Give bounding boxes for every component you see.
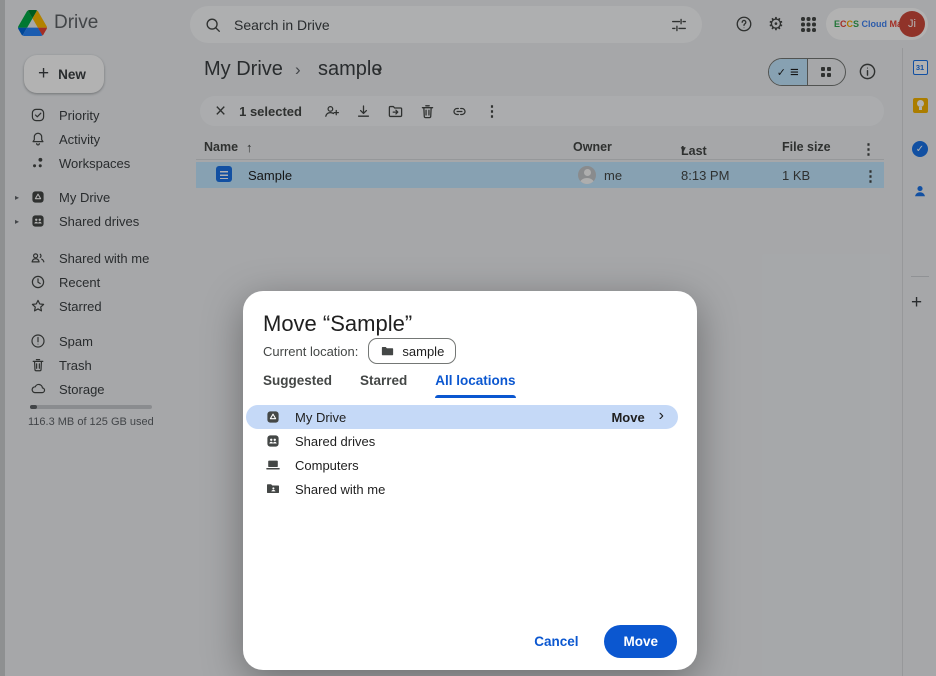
location-row-shared-with-me[interactable]: Shared with me xyxy=(246,477,678,501)
tab-all-locations[interactable]: All locations xyxy=(435,373,515,398)
my-drive-icon xyxy=(265,409,281,425)
location-row-shared-drives[interactable]: Shared drives xyxy=(246,429,678,453)
cancel-button[interactable]: Cancel xyxy=(524,626,588,657)
tab-starred[interactable]: Starred xyxy=(360,373,407,398)
tab-suggested[interactable]: Suggested xyxy=(263,373,332,398)
computers-icon xyxy=(265,457,281,473)
current-location-label: Current location: xyxy=(263,344,358,359)
dialog-tabs: Suggested Starred All locations xyxy=(263,373,516,398)
location-row-my-drive[interactable]: My Drive Move › xyxy=(246,405,678,429)
dialog-title: Move “Sample” xyxy=(263,311,412,337)
shared-drives-icon xyxy=(265,433,281,449)
location-row-computers[interactable]: Computers xyxy=(246,453,678,477)
folder-icon xyxy=(380,344,395,359)
location-label: My Drive xyxy=(295,410,346,425)
location-label: Shared with me xyxy=(295,482,385,497)
chevron-right-icon[interactable]: › xyxy=(659,407,664,427)
move-button[interactable]: Move xyxy=(604,625,677,658)
location-label: Computers xyxy=(295,458,359,473)
move-here-label[interactable]: Move xyxy=(611,410,644,425)
move-dialog: Move “Sample” Current location: sample S… xyxy=(243,291,697,670)
current-location-chip[interactable]: sample xyxy=(368,338,456,364)
location-list: My Drive Move › Shared drives Computers … xyxy=(243,405,697,501)
location-label: Shared drives xyxy=(295,434,375,449)
current-location-value: sample xyxy=(402,344,444,359)
shared-with-me-folder-icon xyxy=(265,481,281,497)
